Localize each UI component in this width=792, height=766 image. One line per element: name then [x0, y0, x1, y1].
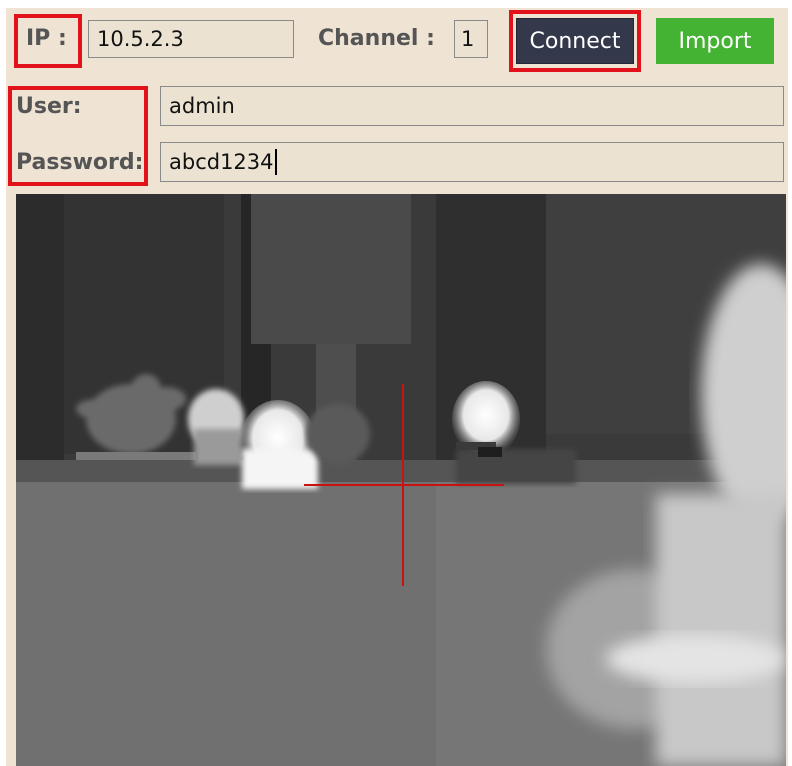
password-value: abcd1234 — [169, 150, 274, 174]
channel-label: Channel : — [318, 26, 435, 51]
channel-input[interactable]: 1 — [454, 20, 488, 58]
password-input[interactable]: abcd1234 — [160, 142, 784, 182]
ip-input[interactable]: 10.5.2.3 — [88, 20, 294, 58]
credentials-labels-highlight — [8, 86, 148, 186]
text-caret — [274, 149, 277, 175]
connect-button-highlight — [509, 10, 641, 72]
thermal-video-feed[interactable] — [16, 194, 786, 766]
user-input[interactable]: admin — [160, 86, 784, 126]
import-button[interactable]: Import — [656, 18, 774, 64]
ip-label-highlight — [14, 14, 82, 68]
